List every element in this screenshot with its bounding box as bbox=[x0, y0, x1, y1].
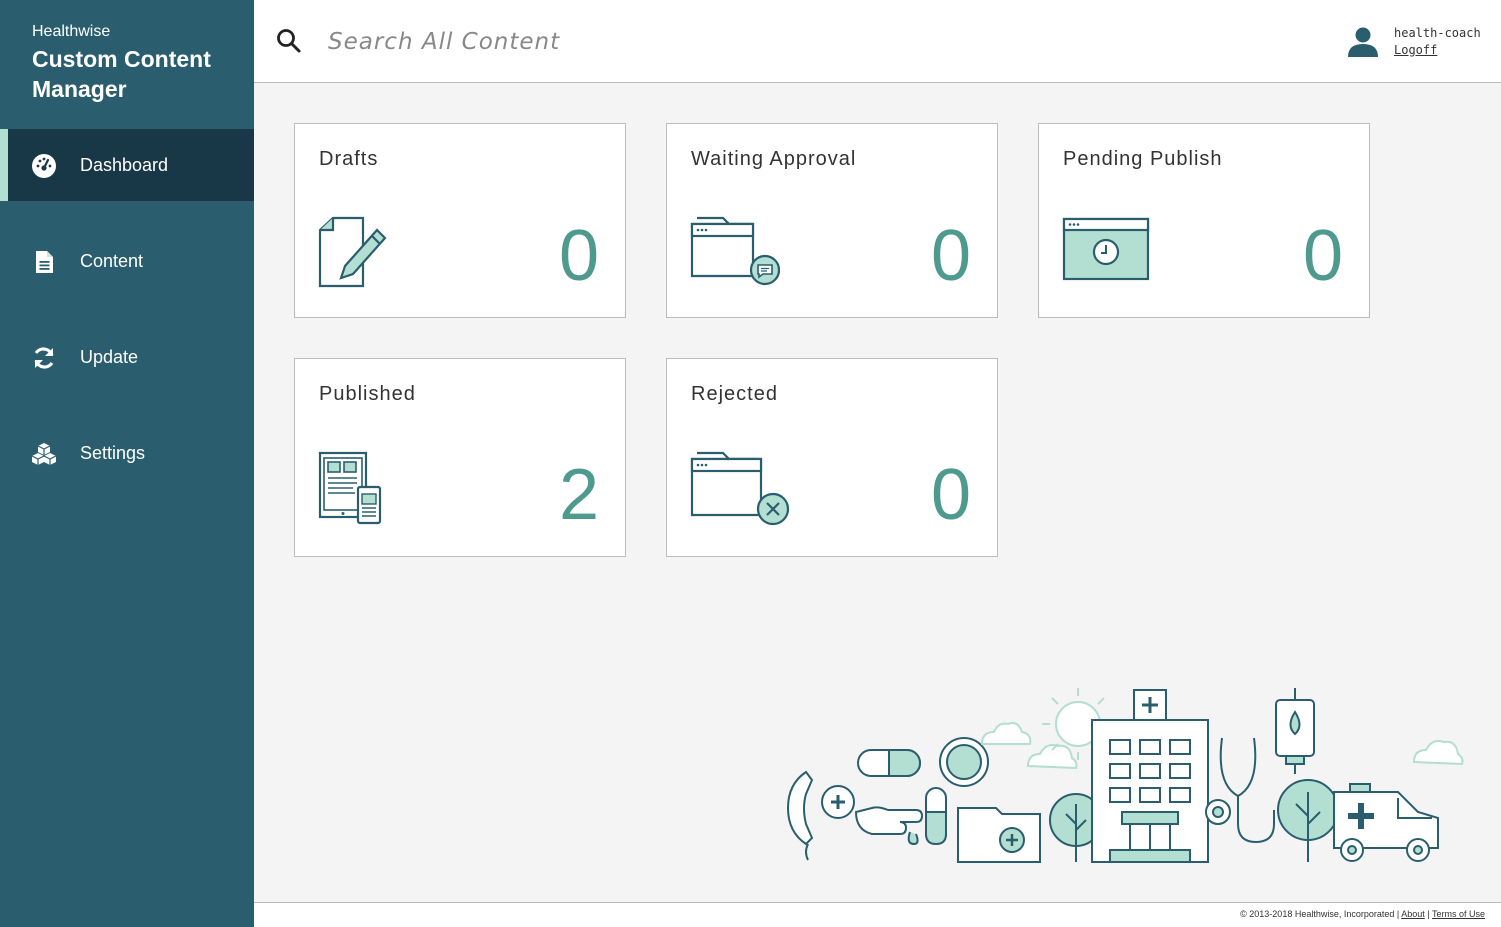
sidebar-item-content[interactable]: Content bbox=[0, 225, 254, 297]
sidebar-item-label: Content bbox=[80, 250, 144, 271]
folder-comment-icon bbox=[690, 216, 781, 286]
copyright-text: © 2013-2018 Healthwise, Incorporated | bbox=[1240, 909, 1400, 919]
tablet-phone-icon bbox=[318, 451, 382, 525]
phone-icon bbox=[786, 770, 814, 846]
about-link[interactable]: About bbox=[1401, 909, 1425, 919]
sidebar-item-settings[interactable]: Settings bbox=[0, 417, 254, 489]
card-count: 0 bbox=[558, 216, 599, 296]
sidebar-item-label: Update bbox=[80, 346, 139, 367]
browser-clock-icon bbox=[1062, 217, 1150, 281]
sidebar-item-label: Dashboard bbox=[80, 154, 169, 175]
card-title: Waiting Approval bbox=[691, 148, 857, 170]
card-drafts[interactable]: Drafts 0 bbox=[294, 123, 626, 318]
healthcare-illustration bbox=[786, 688, 1464, 863]
brand-company: Healthwise bbox=[32, 23, 111, 40]
brand: Healthwise Custom Content Manager bbox=[32, 22, 232, 104]
search-input[interactable] bbox=[326, 20, 930, 64]
card-title: Rejected bbox=[691, 383, 778, 405]
hand-icon bbox=[854, 806, 924, 835]
dashboard-gauge-icon bbox=[32, 154, 56, 178]
brand-title: Custom Content Manager bbox=[32, 46, 211, 102]
sidebar-item-update[interactable]: Update bbox=[0, 321, 254, 393]
card-count: 0 bbox=[930, 455, 971, 535]
cubes-icon bbox=[31, 443, 57, 465]
footer-separator: | bbox=[1427, 909, 1430, 919]
card-rejected[interactable]: Rejected 0 bbox=[666, 358, 998, 557]
stethoscope-icon bbox=[1219, 737, 1257, 798]
sidebar-item-dashboard[interactable]: Dashboard bbox=[0, 129, 254, 201]
footer: © 2013-2018 Healthwise, Incorporated | A… bbox=[254, 902, 1501, 927]
top-header: health-coach Logoff bbox=[254, 0, 1501, 83]
draft-document-pencil-icon bbox=[318, 216, 387, 288]
footer-text: © 2013-2018 Healthwise, Incorporated | A… bbox=[1240, 909, 1485, 919]
card-title: Drafts bbox=[319, 148, 379, 170]
card-title: Pending Publish bbox=[1063, 148, 1223, 170]
card-count: 0 bbox=[930, 216, 971, 296]
logoff-link[interactable]: Logoff bbox=[1394, 43, 1437, 57]
document-icon bbox=[36, 251, 53, 273]
card-published[interactable]: Published 2 bbox=[294, 358, 626, 557]
sidebar: Healthwise Custom Content Manager Dashbo… bbox=[0, 0, 254, 927]
card-waiting-approval[interactable]: Waiting Approval 0 bbox=[666, 123, 998, 318]
search-icon[interactable] bbox=[276, 28, 302, 54]
card-count: 0 bbox=[1302, 216, 1343, 296]
refresh-icon bbox=[34, 347, 54, 369]
card-count: 2 bbox=[558, 455, 599, 535]
folder-reject-icon bbox=[690, 451, 790, 526]
card-title: Published bbox=[319, 383, 416, 405]
user-name: health-coach bbox=[1394, 26, 1481, 40]
card-pending-publish[interactable]: Pending Publish 0 bbox=[1038, 123, 1370, 318]
terms-of-use-link[interactable]: Terms of Use bbox=[1432, 909, 1485, 919]
user-avatar-icon bbox=[1348, 27, 1378, 57]
sidebar-item-label: Settings bbox=[80, 442, 146, 463]
medical-folder-icon bbox=[957, 807, 1041, 863]
